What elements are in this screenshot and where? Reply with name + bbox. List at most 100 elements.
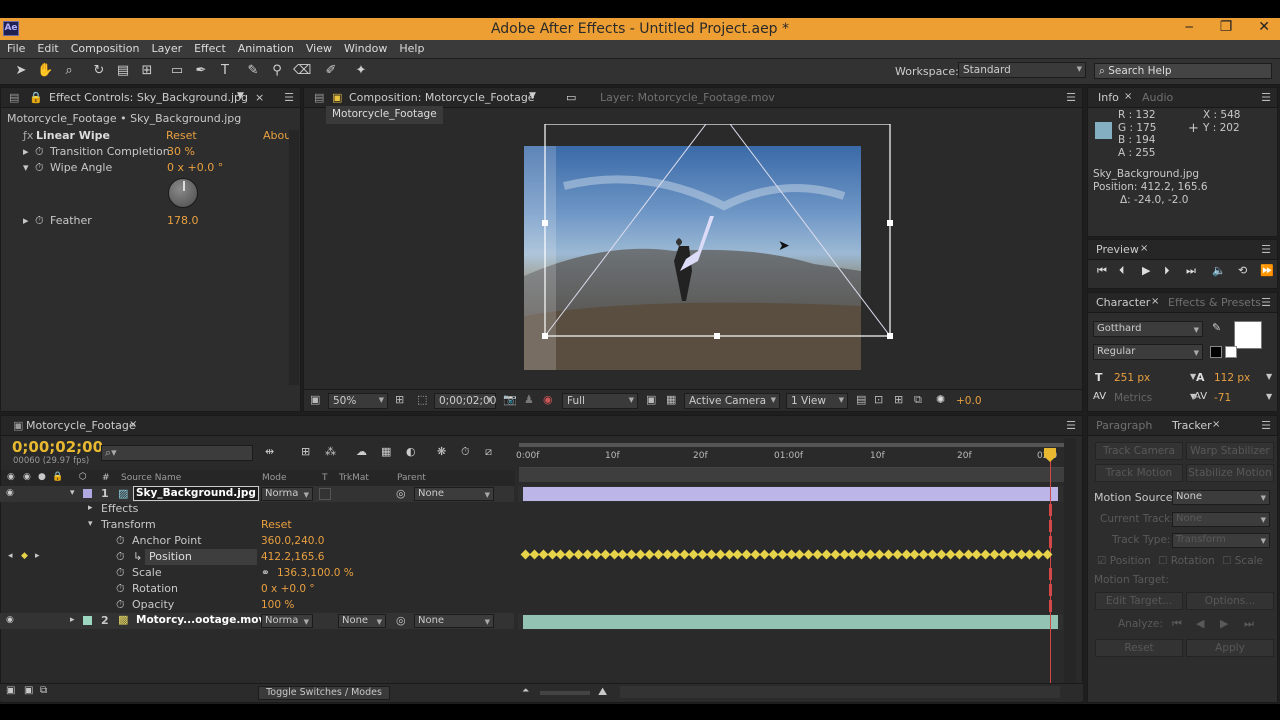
motion-source-select[interactable]: None <box>1172 490 1270 505</box>
stopwatch-icon[interactable]: ⏱ <box>116 582 125 596</box>
zoom-slider[interactable] <box>540 691 590 695</box>
puppet-pin-tool-icon[interactable]: ✦ <box>353 63 369 79</box>
track-motion-button[interactable]: Track Motion <box>1095 464 1183 482</box>
lock-icon[interactable]: 🔒 <box>29 91 43 104</box>
tab-close-icon[interactable]: × <box>255 91 264 104</box>
tab-tracker[interactable]: Tracker <box>1172 419 1212 432</box>
draft-3d-icon[interactable]: ⁂ <box>325 445 336 458</box>
prev-frame-icon[interactable]: ⏴ <box>1119 264 1125 278</box>
loop-icon[interactable]: ⟲ <box>1238 264 1247 277</box>
eyedropper-icon[interactable]: ✎ <box>1212 321 1221 334</box>
safe-margins-icon[interactable]: ⊞ <box>395 393 404 406</box>
horizontal-scrollbar[interactable] <box>620 686 1060 698</box>
menu-effect[interactable]: Effect <box>194 40 226 58</box>
panel-menu-icon[interactable]: ☰ <box>284 91 294 104</box>
panel-menu-icon[interactable]: ☰ <box>1261 91 1271 104</box>
timeline-icon[interactable]: ⊞ <box>894 393 903 406</box>
analyze-next-icon[interactable]: ⏭ <box>1244 617 1254 631</box>
expand-arrow-icon[interactable]: ▸ <box>23 214 29 227</box>
panel-menu-icon[interactable]: ☰ <box>1261 243 1271 256</box>
tab-composition[interactable]: Composition: Motorcycle_Footage <box>349 91 535 104</box>
font-size-value[interactable]: 251 px <box>1114 372 1150 384</box>
show-snapshot-icon[interactable]: ♟ <box>524 393 534 406</box>
maximize-button[interactable]: ❐ <box>1220 19 1233 35</box>
blend-mode-select[interactable]: Norma <box>261 614 313 628</box>
rectangle-tool-icon[interactable]: ▭ <box>169 63 185 79</box>
effect-about-link[interactable]: Abou <box>263 129 291 142</box>
kerning-value[interactable]: Metrics <box>1114 392 1152 404</box>
no-color-swatch[interactable] <box>1225 346 1237 358</box>
in-out-icon[interactable]: ⧉ <box>40 685 47 696</box>
pickwhip-icon[interactable]: ◎ <box>396 614 406 627</box>
menu-window[interactable]: Window <box>344 40 387 58</box>
fx-icon[interactable]: ƒx <box>23 129 33 142</box>
pan-behind-tool-icon[interactable]: ⊞ <box>139 63 155 79</box>
black-swatch[interactable] <box>1210 346 1222 358</box>
layer-name[interactable]: Motorcy...ootage.mov <box>136 614 265 626</box>
resolution-select[interactable]: Full <box>562 393 638 409</box>
stabilize-motion-button[interactable]: Stabilize Motion <box>1186 464 1274 482</box>
prop-value[interactable]: 100 % <box>261 599 294 611</box>
next-frame-icon[interactable]: ⏵ <box>1164 264 1170 278</box>
search-help-input[interactable]: ⌕ Search Help <box>1094 63 1272 79</box>
motion-blur-icon[interactable]: ◐ <box>406 445 416 458</box>
scale-checkbox[interactable]: ☐ Scale <box>1222 555 1263 567</box>
zoom-select[interactable]: 50% <box>328 393 388 409</box>
layer-bar-1[interactable] <box>523 487 1058 501</box>
tab-paragraph[interactable]: Paragraph <box>1096 419 1152 432</box>
parent-select[interactable]: None <box>414 487 494 501</box>
tab-close-icon[interactable]: × <box>1212 419 1220 430</box>
track-type-select[interactable]: Transform <box>1172 533 1270 548</box>
tab-audio[interactable]: Audio <box>1142 91 1173 104</box>
menu-file[interactable]: File <box>7 40 25 58</box>
tab-preview[interactable]: Preview <box>1096 243 1139 256</box>
type-tool-icon[interactable]: T <box>217 63 233 79</box>
leading-dropdown-icon[interactable]: ▼ <box>1266 372 1272 381</box>
stopwatch-icon[interactable]: ⏱ <box>35 145 44 159</box>
expand-arrow-icon[interactable]: ▸ <box>70 615 75 625</box>
tracker-apply-button[interactable]: Apply <box>1186 639 1274 657</box>
pickwhip-icon[interactable]: ◎ <box>396 487 406 500</box>
brainstorm-icon[interactable]: ❋ <box>437 445 446 458</box>
chain-link-icon[interactable]: ⚭ <box>261 567 270 579</box>
tracking-value[interactable]: -71 <box>1214 392 1231 404</box>
edit-target-button[interactable]: Edit Target... <box>1095 592 1183 610</box>
stopwatch-icon[interactable]: ⏱ <box>35 214 44 228</box>
menu-help[interactable]: Help <box>399 40 424 58</box>
layer-row-1[interactable]: ◉ ▾ 1 ▨ Sky_Background.jpg Norma ◎ None <box>0 486 514 502</box>
transparency-grid-icon[interactable]: ▦ <box>666 393 676 406</box>
prop-value[interactable]: 178.0 <box>167 214 199 227</box>
comp-viewer[interactable]: ➤ <box>304 124 1082 388</box>
minimize-button[interactable]: ‒ <box>1185 19 1194 35</box>
ram-preview-icon[interactable]: ⏩ <box>1260 264 1274 277</box>
expand-arrow-icon[interactable]: ▸ <box>88 503 93 513</box>
source-name-header[interactable]: Source Name <box>121 473 181 483</box>
collapse-arrow-icon[interactable]: ▾ <box>23 161 29 174</box>
menu-composition[interactable]: Composition <box>71 40 140 58</box>
blend-mode-select[interactable]: Norma <box>261 487 313 501</box>
last-frame-icon[interactable]: ⏭ <box>1186 264 1196 278</box>
hide-shy-icon[interactable]: ☁ <box>356 445 367 458</box>
exposure-icon[interactable]: ✺ <box>936 393 945 406</box>
parent-select[interactable]: None <box>414 614 494 628</box>
stopwatch-icon[interactable]: ⏱ <box>116 550 125 564</box>
prop-value[interactable]: 0 x +0.0 ° <box>167 161 223 174</box>
panel-menu-icon[interactable]: ☰ <box>1261 296 1271 309</box>
work-area-bar[interactable] <box>519 443 1064 447</box>
collapse-arrow-icon[interactable]: ▾ <box>70 488 75 498</box>
layer-bar-2[interactable] <box>523 615 1058 629</box>
analyze-backward-icon[interactable]: ◀ <box>1196 617 1204 630</box>
timeline-search-input[interactable]: ⌕▾ <box>101 445 253 461</box>
panel-scrollbar[interactable] <box>289 130 299 385</box>
toggle-switches-modes-button[interactable]: Toggle Switches / Modes <box>258 686 390 700</box>
eye-icon[interactable]: ◉ <box>6 615 14 625</box>
effect-reset-link[interactable]: Reset <box>166 129 197 142</box>
graph-editor-icon[interactable]: ⧄ <box>485 445 492 459</box>
tab-effect-controls[interactable]: Effect Controls: Sky_Background.jpg <box>49 91 248 104</box>
warp-stabilizer-button[interactable]: Warp Stabilizer <box>1186 442 1274 460</box>
stopwatch-icon[interactable]: ⏱ <box>35 161 44 175</box>
first-frame-icon[interactable]: ⏮ <box>1097 264 1107 278</box>
leading-value[interactable]: 112 px <box>1214 372 1250 384</box>
comp-timecode[interactable]: 0;00;02;00 <box>434 393 496 409</box>
brush-tool-icon[interactable]: ✎ <box>245 63 261 79</box>
